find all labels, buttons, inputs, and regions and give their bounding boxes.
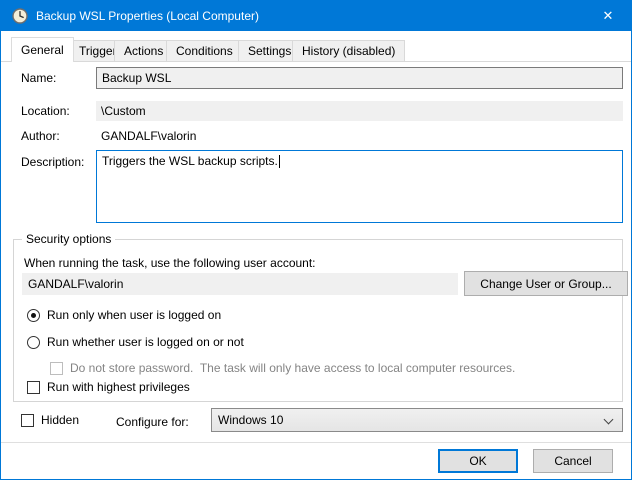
ok-button[interactable]: OK	[438, 449, 518, 473]
checkbox-unchecked-icon	[27, 381, 40, 394]
radio-unchecked-icon	[27, 336, 40, 349]
change-user-button[interactable]: Change User or Group...	[464, 271, 628, 296]
description-label: Description:	[21, 155, 84, 169]
task-scheduler-clock-icon	[12, 8, 28, 24]
text-caret	[279, 155, 280, 168]
radio-checked-icon	[27, 309, 40, 322]
checkbox-disabled-icon	[50, 362, 63, 375]
radio-run-whether-label: Run whether user is logged on or not	[47, 335, 244, 349]
highest-privileges-label: Run with highest privileges	[47, 380, 190, 394]
description-text: Triggers the WSL backup scripts.	[102, 154, 278, 168]
description-field[interactable]: Triggers the WSL backup scripts.	[96, 150, 623, 223]
close-icon[interactable]: ✕	[585, 1, 631, 31]
tab-conditions[interactable]: Conditions	[166, 40, 243, 61]
location-value: \Custom	[96, 101, 623, 121]
checkbox-unchecked-icon	[21, 414, 34, 427]
checkbox-do-not-store-password: Do not store password. The task will onl…	[50, 361, 515, 375]
name-label: Name:	[21, 71, 56, 85]
window-title: Backup WSL Properties (Local Computer)	[36, 9, 259, 23]
location-label: Location:	[21, 104, 70, 118]
footer-divider	[1, 442, 632, 443]
radio-run-whether-logged-on[interactable]: Run whether user is logged on or not	[27, 335, 244, 349]
security-options-group: Security options When running the task, …	[13, 239, 623, 402]
configure-for-label: Configure for:	[116, 415, 189, 429]
configure-for-value: Windows 10	[218, 413, 283, 427]
account-prompt: When running the task, use the following…	[24, 256, 316, 270]
cancel-button[interactable]: Cancel	[533, 449, 613, 473]
tab-strip: General Triggers Actions Conditions Sett…	[1, 37, 632, 62]
user-account-field: GANDALF\valorin	[22, 273, 458, 295]
tab-actions[interactable]: Actions	[114, 40, 173, 61]
task-properties-dialog: Backup WSL Properties (Local Computer) ✕…	[0, 0, 632, 480]
checkbox-hidden[interactable]: Hidden	[21, 413, 79, 427]
radio-run-only-logged-on[interactable]: Run only when user is logged on	[27, 308, 221, 322]
name-field[interactable]: Backup WSL	[96, 67, 623, 89]
author-value: GANDALF\valorin	[101, 129, 196, 143]
radio-run-only-label: Run only when user is logged on	[47, 308, 221, 322]
tab-general[interactable]: General	[11, 37, 74, 62]
hidden-label: Hidden	[41, 413, 79, 427]
checkbox-highest-privileges[interactable]: Run with highest privileges	[27, 380, 190, 394]
do-not-store-password-label: Do not store password. The task will onl…	[70, 361, 515, 375]
tab-history[interactable]: History (disabled)	[292, 40, 405, 61]
configure-for-dropdown[interactable]: Windows 10	[211, 408, 623, 432]
chevron-down-icon	[604, 415, 614, 425]
author-label: Author:	[21, 129, 60, 143]
security-options-title: Security options	[22, 232, 115, 246]
titlebar[interactable]: Backup WSL Properties (Local Computer) ✕	[1, 1, 631, 31]
